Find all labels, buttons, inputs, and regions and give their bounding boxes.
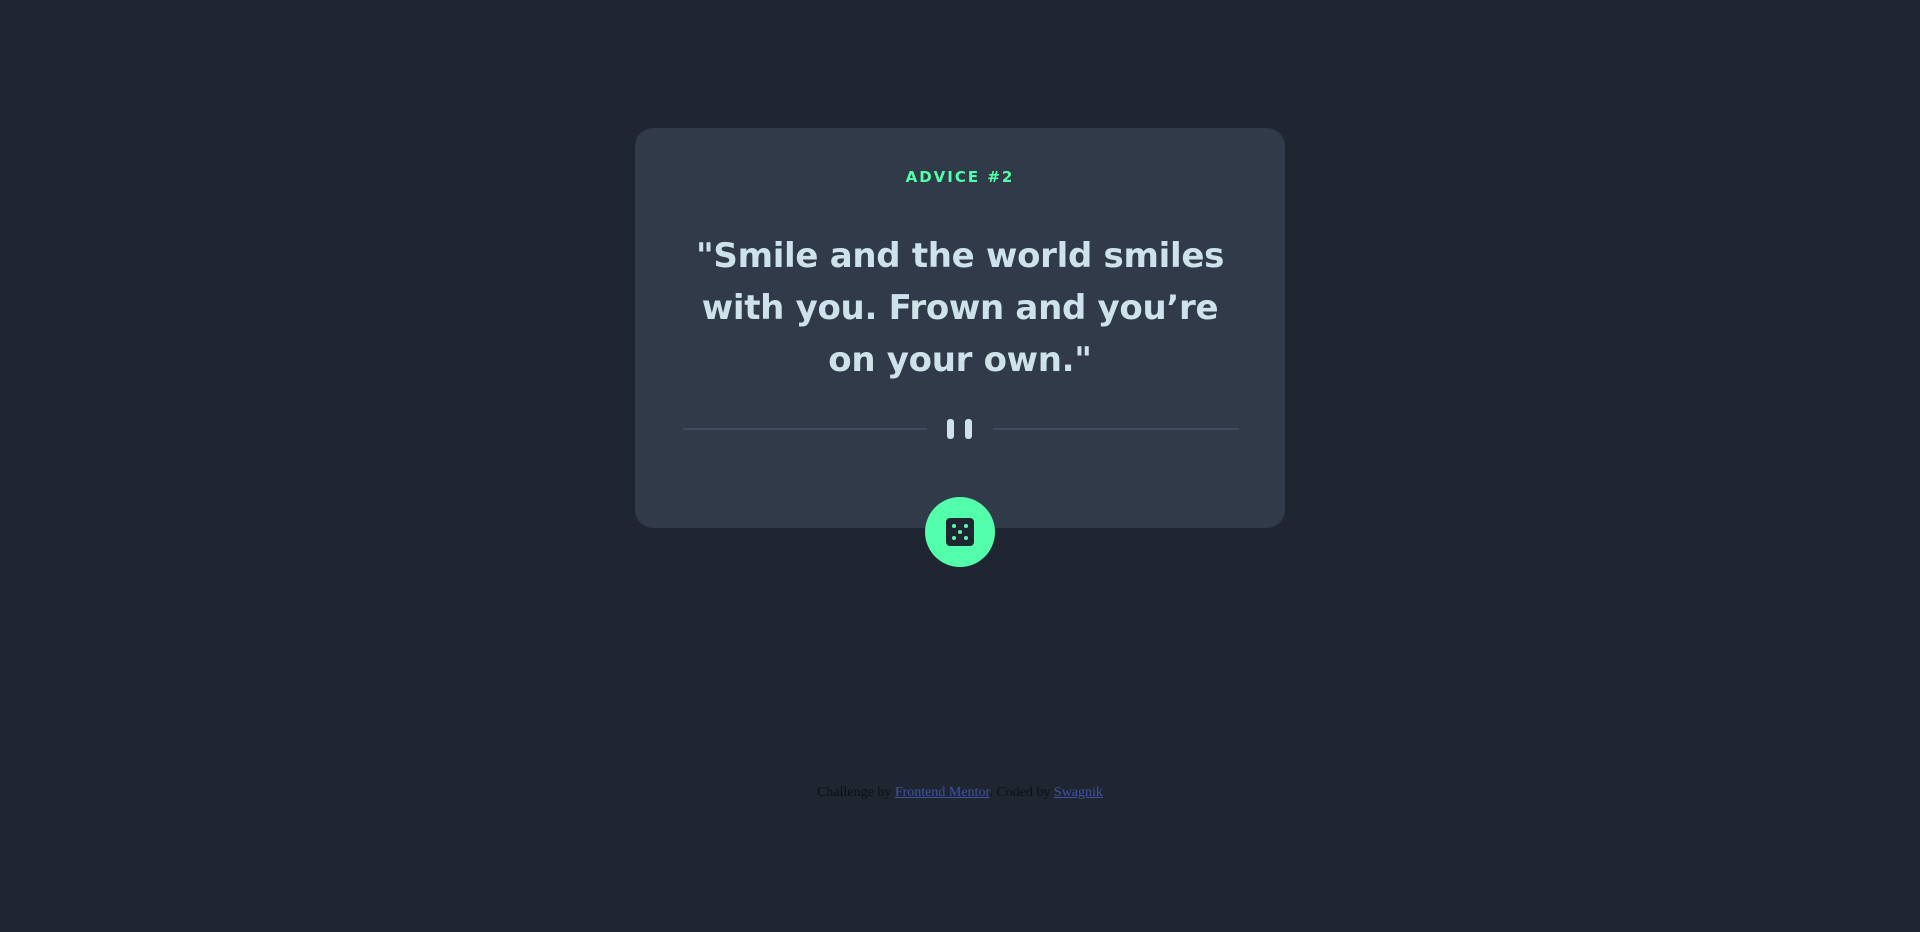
pause-quote-icon (947, 419, 972, 439)
advice-card: ADVICE #2 "Smile and the world smiles wi… (635, 128, 1285, 528)
attribution-footer: Challenge by Frontend Mentor. Coded by S… (0, 785, 1920, 801)
new-advice-button[interactable] (925, 497, 995, 567)
author-link[interactable]: Swagnik (1054, 785, 1103, 800)
divider (683, 419, 1239, 439)
dice-icon (946, 518, 974, 546)
footer-middle: . Coded by (989, 785, 1051, 800)
advice-quote: "Smile and the world smiles with you. Fr… (695, 236, 1225, 380)
advice-id-label: ADVICE #2 (905, 168, 1015, 186)
frontend-mentor-link[interactable]: Frontend Mentor (895, 785, 990, 800)
footer-prefix: Challenge by (817, 785, 892, 800)
